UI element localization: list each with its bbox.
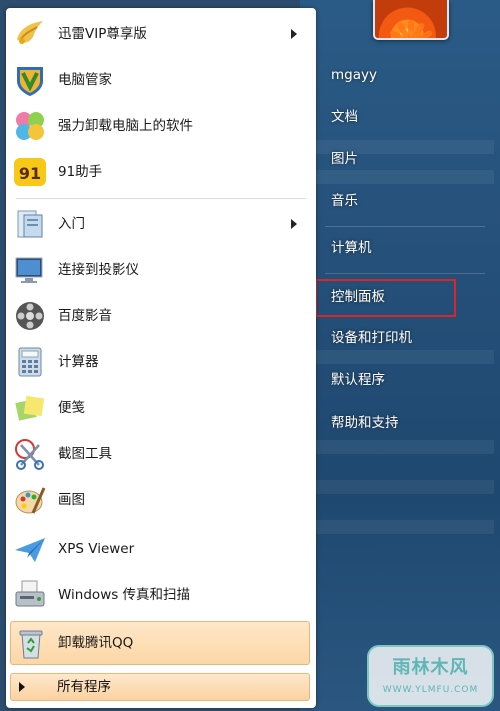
program-label: 强力卸载电脑上的软件 <box>58 118 193 134</box>
program-thunder-vip[interactable]: 迅雷VIP尊享版 <box>10 12 310 56</box>
program-xps-viewer[interactable]: XPS Viewer <box>10 527 310 571</box>
program-label: 截图工具 <box>58 446 112 462</box>
all-programs-button[interactable]: 所有程序 <box>10 673 310 701</box>
help-support-link[interactable]: 帮助和支持 <box>325 410 491 436</box>
background-blur <box>310 520 494 534</box>
watermark-title: 雨林木风 <box>392 657 469 678</box>
program-sticky-notes[interactable]: 便笺 <box>10 386 310 430</box>
film-reel-icon <box>16 302 44 330</box>
program-label: 入门 <box>58 216 85 232</box>
divider <box>325 226 485 227</box>
program-baidu-player[interactable]: 百度影音 <box>10 294 310 338</box>
default-programs-link[interactable]: 默认程序 <box>325 367 491 393</box>
devices-printers-link[interactable]: 设备和打印机 <box>325 325 491 351</box>
program-label: 百度影音 <box>58 308 112 324</box>
calculator-icon <box>18 347 42 377</box>
recycle-bin-icon <box>19 630 43 659</box>
pinwheel-icon <box>16 112 44 140</box>
divider <box>16 198 306 199</box>
background-blur <box>310 170 494 184</box>
computer-link[interactable]: 计算机 <box>325 235 491 261</box>
program-calculator[interactable]: 计算器 <box>10 340 310 384</box>
program-getting-started[interactable]: 入门 <box>10 202 310 246</box>
thunder-bird-icon <box>17 21 43 44</box>
program-label: 画图 <box>58 492 85 508</box>
scissors-icon <box>15 439 44 470</box>
paper-plane-icon <box>15 538 45 562</box>
program-label: 91助手 <box>58 164 103 180</box>
background-blur <box>310 440 494 454</box>
91-assistant-icon: 91 <box>14 158 46 186</box>
program-label: 计算器 <box>58 354 99 370</box>
program-force-uninstall[interactable]: 强力卸载电脑上的软件 <box>10 104 310 148</box>
all-programs-label: 所有程序 <box>57 679 111 695</box>
watermark-url: WWW.YLMFU.COM <box>382 685 479 695</box>
submenu-arrow-icon <box>291 29 297 39</box>
site-watermark-logo: 雨林木风 WWW.YLMFU.COM <box>367 645 494 707</box>
fax-scanner-icon <box>15 580 45 607</box>
background-blur <box>310 350 494 364</box>
program-label: 电脑管家 <box>58 72 112 88</box>
program-label: XPS Viewer <box>58 541 135 557</box>
documents-link[interactable]: 文档 <box>325 104 491 130</box>
program-pc-manager[interactable]: 电脑管家 <box>10 58 310 102</box>
uninstall-qq-item[interactable]: 卸载腾讯QQ <box>10 621 310 665</box>
program-label: 便笺 <box>58 400 85 416</box>
program-snipping-tool[interactable]: 截图工具 <box>10 432 310 476</box>
control-panel-highlight <box>315 279 456 317</box>
program-paint[interactable]: 画图 <box>10 478 310 522</box>
getting-started-icon <box>17 210 43 238</box>
program-label: Windows 传真和扫描 <box>58 587 191 603</box>
svg-text:91: 91 <box>19 164 41 183</box>
program-label: 连接到投影仪 <box>58 262 139 278</box>
program-label: 迅雷VIP尊享版 <box>58 26 147 42</box>
music-link[interactable]: 音乐 <box>325 188 491 214</box>
program-connect-projector[interactable]: 连接到投影仪 <box>10 248 310 292</box>
program-91-assistant[interactable]: 91 91助手 <box>10 150 310 194</box>
program-fax-scan[interactable]: Windows 传真和扫描 <box>10 573 310 617</box>
submenu-arrow-icon <box>291 219 297 229</box>
divider <box>325 273 485 274</box>
expand-arrow-icon <box>19 682 25 692</box>
shield-v-icon <box>17 67 43 96</box>
sticky-notes-icon <box>15 395 45 421</box>
paint-palette-icon <box>15 487 46 514</box>
user-avatar[interactable] <box>373 0 449 40</box>
user-name-link[interactable]: mgayy <box>325 62 491 88</box>
uninstall-qq-label: 卸载腾讯QQ <box>58 635 134 651</box>
background-blur <box>310 480 494 494</box>
projector-monitor-icon <box>15 257 43 283</box>
pictures-link[interactable]: 图片 <box>325 146 491 172</box>
